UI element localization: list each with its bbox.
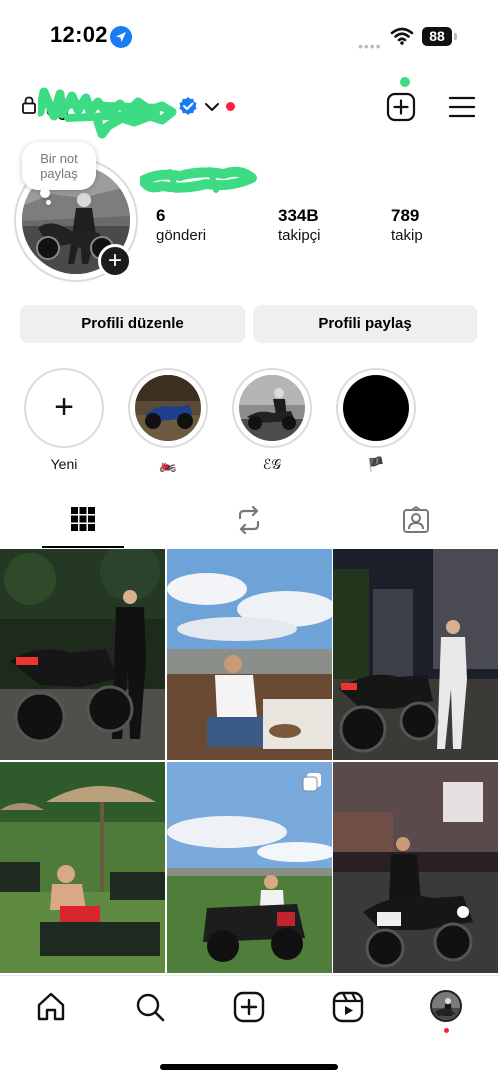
highlight-label: Yeni (50, 456, 78, 472)
new-content-dot (400, 77, 410, 87)
home-indicator[interactable] (160, 1064, 338, 1070)
profile-avatar (430, 990, 462, 1022)
hamburger-menu-button[interactable] (448, 95, 476, 119)
highlight-new[interactable]: + Yeni (24, 368, 104, 474)
highlight-cover (239, 375, 305, 441)
lock-icon (22, 96, 36, 119)
highlight-ring (336, 368, 416, 448)
post-thumbnail[interactable] (167, 762, 332, 973)
post-thumbnail[interactable] (333, 762, 498, 973)
note-line-1: Bir not (40, 151, 78, 166)
highlight-label: 🏍️ (159, 456, 177, 472)
followers-count-stat[interactable]: 334B takipçi (278, 206, 321, 246)
home-icon (37, 992, 65, 1021)
posts-count-stat[interactable]: 6 gönderi (156, 206, 206, 246)
post-thumbnail[interactable] (0, 762, 165, 973)
highlight-item[interactable]: ℰ𝒢 (232, 368, 312, 474)
note-line-2: paylaş (40, 166, 78, 181)
battery-tip (454, 33, 457, 40)
hamburger-menu-icon (448, 96, 476, 118)
create-icon (233, 991, 265, 1023)
plus-icon: + (107, 247, 122, 274)
display-name-redaction-scribble (140, 166, 257, 193)
nav-home-button[interactable] (34, 990, 68, 1024)
chevron-down-icon[interactable] (204, 100, 220, 118)
followers-count: 334B (278, 206, 319, 225)
highlight-item[interactable]: 🏴 (336, 368, 416, 474)
profile-notification-dot (444, 1028, 449, 1033)
highlight-ring (232, 368, 312, 448)
tab-tagged[interactable] (374, 498, 456, 548)
reposts-icon (238, 506, 260, 534)
highlight-label: 🏴 (367, 456, 385, 472)
tab-posts-grid[interactable] (42, 498, 124, 548)
multiple-photos-icon (302, 772, 322, 797)
following-count-stat[interactable]: 789 takip (391, 206, 423, 246)
post-thumbnail[interactable] (167, 549, 332, 760)
highlight-ring (128, 368, 208, 448)
account-notification-dot (226, 102, 235, 111)
highlight-new-ring: + (24, 368, 104, 448)
note-bubble-tail (40, 188, 50, 198)
cellular-signal-indicator: •••• (358, 38, 382, 54)
wifi-icon (390, 26, 414, 51)
new-post-icon (386, 92, 416, 122)
new-post-button[interactable] (386, 92, 416, 122)
highlight-cover (343, 375, 409, 441)
plus-icon: + (54, 388, 74, 426)
location-arrow-icon (110, 26, 132, 48)
highlight-label: ℰ𝒢 (262, 456, 282, 472)
status-bar: 12:02 •••• 88 (0, 0, 498, 70)
highlight-item[interactable]: 🏍️ (128, 368, 208, 474)
following-label: takip (391, 227, 423, 244)
posts-grid (0, 549, 498, 974)
nav-profile-button[interactable] (430, 990, 464, 1024)
battery-level: 88 (422, 27, 452, 46)
add-story-button[interactable]: + (98, 244, 132, 278)
posts-count: 6 (156, 206, 166, 225)
post-thumbnail[interactable] (0, 549, 165, 760)
username-redaction-scribble (38, 87, 177, 139)
posts-grid-icon (71, 507, 95, 531)
share-profile-button[interactable]: Profili paylaş (253, 305, 477, 343)
note-bubble-tail-small (46, 200, 51, 205)
search-icon (136, 993, 165, 1022)
tagged-icon (403, 506, 429, 533)
followers-label: takipçi (278, 227, 321, 244)
nav-reels-button[interactable] (331, 990, 365, 1024)
tab-reposts[interactable] (208, 498, 290, 548)
following-count: 789 (391, 206, 420, 225)
profile-content-tabs (0, 498, 498, 548)
post-thumbnail[interactable] (333, 549, 498, 760)
highlight-cover (135, 375, 201, 441)
bottom-navigation (0, 975, 498, 1080)
profile-header: eg (0, 77, 498, 139)
edit-profile-button[interactable]: Profili düzenle (20, 305, 245, 343)
note-bubble[interactable]: Bir not paylaş (22, 142, 96, 190)
verified-badge-icon (178, 96, 198, 121)
nav-create-button[interactable] (232, 990, 266, 1024)
status-time: 12:02 (50, 22, 108, 47)
nav-search-button[interactable] (133, 990, 167, 1024)
reels-icon (332, 991, 364, 1023)
posts-label: gönderi (156, 227, 207, 244)
